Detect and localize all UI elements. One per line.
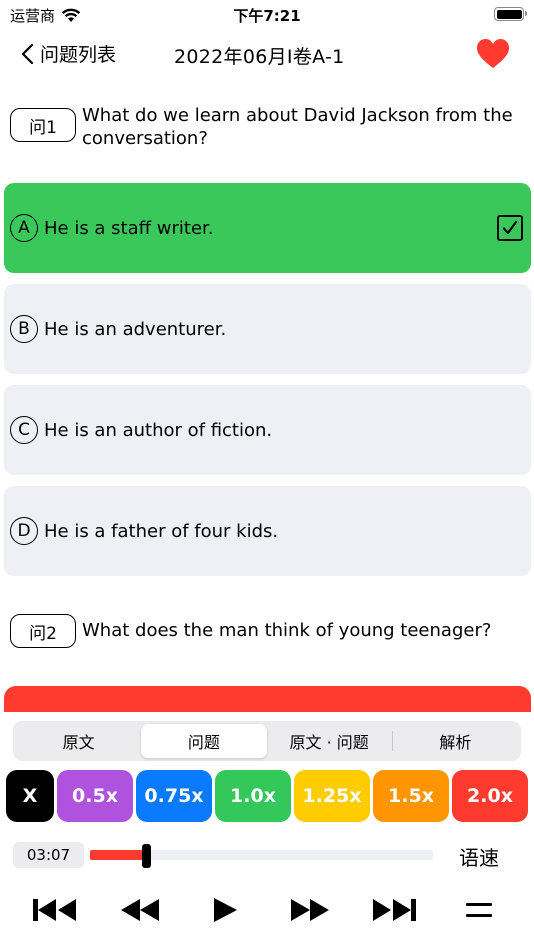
option-text: He is a father of four kids.	[44, 520, 279, 542]
speed-button[interactable]: 1.25x	[294, 770, 370, 822]
progress-fill	[90, 850, 146, 860]
skip-back-icon[interactable]	[32, 896, 78, 924]
speed-button[interactable]: 1.0x	[215, 770, 291, 822]
menu-icon[interactable]	[466, 896, 492, 924]
speed-label[interactable]: 语速	[459, 842, 499, 871]
back-label: 问题列表	[40, 44, 117, 66]
question-badge: 问2	[10, 614, 76, 648]
speed-button[interactable]: 2.0x	[452, 770, 528, 822]
question-badge: 问1	[10, 108, 76, 142]
option-a[interactable]: A He is a staff writer.	[4, 183, 531, 273]
progress-slider[interactable]	[90, 844, 433, 868]
option-letter: C	[10, 416, 38, 444]
option-text: He is a staff writer.	[44, 217, 214, 239]
speed-button[interactable]: 0.75x	[136, 770, 212, 822]
current-time: 03:07	[13, 842, 84, 868]
option-d[interactable]: D He is a father of four kids.	[4, 486, 531, 576]
option-letter: D	[10, 517, 38, 545]
question-2-header: 问2 What does the man think of young teen…	[10, 610, 522, 648]
player-panel: 原文 问题 原文 · 问题 解析 X 0.5x 0.75x 1.0x 1.25x 1.5x…	[0, 712, 534, 950]
question-text: What does the man think of young teenage…	[82, 620, 492, 641]
back-button[interactable]: 问题列表	[20, 40, 116, 67]
tab-questions[interactable]: 问题	[141, 724, 267, 758]
playback-controls	[0, 888, 534, 932]
progress-row: 03:07 语速	[13, 840, 523, 870]
progress-thumb[interactable]	[141, 844, 151, 868]
option-text: He is an author of fiction.	[44, 419, 273, 441]
battery-icon	[494, 7, 527, 21]
heart-icon[interactable]	[476, 38, 510, 70]
option-c[interactable]: C He is an author of fiction.	[4, 385, 531, 475]
back-chevron-icon	[21, 43, 34, 64]
fast-forward-icon[interactable]	[290, 896, 330, 924]
question-1-header: 问1 What do we learn about David Jackson …	[10, 104, 522, 150]
page-title: 2022年06月I卷A-1	[174, 46, 345, 68]
speed-button[interactable]: 0.5x	[57, 770, 133, 822]
tab-original[interactable]: 原文	[16, 724, 141, 758]
question-text: What do we learn about David Jackson fro…	[82, 105, 513, 149]
play-icon[interactable]	[212, 896, 238, 924]
tab-original-questions[interactable]: 原文 · 问题	[267, 724, 392, 758]
tab-analysis[interactable]: 解析	[393, 724, 518, 758]
speed-selector: X 0.5x 0.75x 1.0x 1.25x 1.5x 2.0x	[6, 770, 528, 822]
speed-button[interactable]: 1.5x	[373, 770, 449, 822]
option-b[interactable]: B He is an adventurer.	[4, 284, 531, 374]
option-letter: B	[10, 315, 38, 343]
close-speed-button[interactable]: X	[6, 770, 54, 822]
view-segmented-control: 原文 问题 原文 · 问题 解析	[13, 721, 521, 761]
nav-bar: 问题列表 2022年06月I卷A-1	[0, 30, 534, 80]
option-letter: A	[10, 214, 38, 242]
check-icon	[497, 215, 523, 241]
status-bar: 运营商 下午7:21	[0, 0, 534, 28]
option-text: He is an adventurer.	[44, 318, 227, 340]
rewind-icon[interactable]	[120, 896, 160, 924]
skip-forward-icon[interactable]	[371, 896, 417, 924]
status-time: 下午7:21	[233, 7, 301, 25]
